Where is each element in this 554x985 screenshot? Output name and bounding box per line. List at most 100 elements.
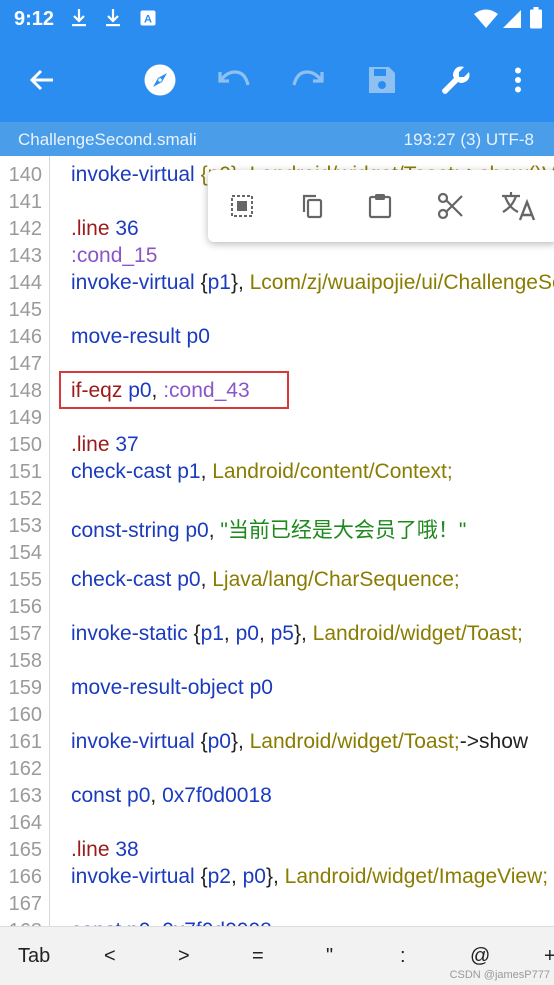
line-number: 159: [8, 677, 42, 699]
save-icon[interactable]: [362, 60, 402, 100]
highlight-box: [59, 371, 289, 409]
code-line[interactable]: 152: [0, 484, 554, 511]
code-token: p0: [242, 865, 266, 888]
code-token: p5: [270, 622, 294, 645]
code-token: ,: [200, 460, 213, 483]
wrench-icon[interactable]: [436, 60, 476, 100]
code-token: const: [71, 919, 127, 926]
code-line[interactable]: 163 const p0, 0x7f0d0018: [0, 781, 554, 808]
key-button[interactable]: +: [544, 945, 554, 968]
code-line[interactable]: 157 invoke-static {p1, p0, p5}, Landroid/…: [0, 619, 554, 646]
line-number: 163: [8, 785, 42, 807]
more-vert-icon[interactable]: [498, 60, 538, 100]
line-number: 165: [8, 839, 42, 861]
code-token: {: [193, 622, 201, 645]
file-name: ChallengeSecond.smali: [18, 130, 197, 149]
code-line[interactable]: 158: [0, 646, 554, 673]
line-number: 160: [8, 704, 42, 726]
code-token: const: [71, 784, 128, 807]
code-token: invoke-static: [71, 622, 194, 645]
code-token: ,: [230, 865, 243, 888]
key-button[interactable]: =: [252, 945, 264, 968]
line-number: 149: [8, 407, 42, 429]
key-button[interactable]: ": [326, 945, 333, 968]
code-text: const p0, 0x7f0d0018: [71, 784, 272, 808]
key-button[interactable]: Tab: [18, 945, 50, 968]
download-icon: [104, 8, 122, 33]
select-all-icon[interactable]: [224, 188, 260, 224]
line-number: 145: [8, 299, 42, 321]
code-line[interactable]: 151 check-cast p1, Landroid/content/Conte…: [0, 457, 554, 484]
code-text: invoke-static {p1, p0, p5}, Landroid/wid…: [71, 622, 523, 646]
code-editor[interactable]: 140invoke-virtual {p0}, Landroid/widget/…: [0, 156, 554, 926]
line-number: 141: [8, 191, 42, 213]
key-button[interactable]: >: [178, 945, 190, 968]
translate-icon[interactable]: [500, 188, 536, 224]
line-number: 166: [8, 866, 42, 888]
code-token: {: [200, 271, 208, 294]
key-button[interactable]: :: [400, 945, 406, 968]
line-number: 167: [8, 893, 42, 915]
code-token: invoke-virtual: [71, 730, 201, 753]
line-number: 157: [8, 623, 42, 645]
code-token: 36: [115, 217, 139, 240]
code-line[interactable]: 146 move-result p0: [0, 322, 554, 349]
key-button[interactable]: <: [104, 945, 116, 968]
code-line[interactable]: 155 check-cast p0, Ljava/lang/CharSequenc…: [0, 565, 554, 592]
code-text: move-result-object p0: [71, 676, 273, 700]
signal-icon: [502, 9, 522, 34]
code-text: .line 37: [71, 433, 139, 457]
code-line[interactable]: 144 invoke-virtual {p1}, Lcom/zj/wuaipoji…: [0, 268, 554, 295]
code-token: 37: [115, 433, 139, 456]
line-number: 156: [8, 596, 42, 618]
code-token: 0x7f0d0008: [162, 919, 272, 926]
download-icon: [70, 8, 88, 33]
code-text: check-cast p1, Landroid/content/Context;: [71, 460, 453, 484]
code-token: invoke-virtual: [71, 865, 201, 888]
code-line[interactable]: 165 .line 38: [0, 835, 554, 862]
code-token: ,: [258, 622, 271, 645]
code-token: Landroid/content/Context;: [212, 460, 453, 483]
file-info-bar: ChallengeSecond.smali 193:27 (3) UTF-8: [0, 122, 554, 156]
paste-icon[interactable]: [362, 188, 398, 224]
copy-icon[interactable]: [294, 188, 330, 224]
line-number: 150: [8, 434, 42, 456]
code-line[interactable]: 166 invoke-virtual {p2, p0}, Landroid/wid…: [0, 862, 554, 889]
code-line[interactable]: 162: [0, 754, 554, 781]
selection-popup: [208, 170, 554, 242]
code-token: invoke-virtual: [71, 163, 201, 186]
code-token: Landroid/widget/ImageView;: [284, 865, 549, 888]
code-token: {: [200, 730, 208, 753]
code-line[interactable]: 153 const-string p0, "当前已经是大会员了哦！": [0, 511, 554, 542]
line-number: 147: [8, 353, 42, 375]
line-number: 155: [8, 569, 42, 591]
code-line[interactable]: 164: [0, 808, 554, 835]
undo-icon[interactable]: [214, 60, 254, 100]
code-line[interactable]: 150 .line 37: [0, 430, 554, 457]
code-line[interactable]: 145: [0, 295, 554, 322]
compass-icon[interactable]: [140, 60, 180, 100]
status-time: 9:12: [14, 8, 55, 30]
code-text: const p0, 0x7f0d0008: [71, 919, 272, 926]
code-line[interactable]: 159 move-result-object p0: [0, 673, 554, 700]
code-line[interactable]: 160: [0, 700, 554, 727]
code-line[interactable]: 167: [0, 889, 554, 916]
code-token: {: [200, 865, 208, 888]
code-text: invoke-virtual {p2, p0}, Landroid/widget…: [71, 865, 548, 889]
key-button[interactable]: @: [470, 945, 490, 968]
cut-icon[interactable]: [432, 188, 468, 224]
status-bar: 9:12 A: [0, 0, 554, 38]
redo-icon[interactable]: [288, 60, 328, 100]
code-line[interactable]: 168const p0, 0x7f0d0008: [0, 916, 554, 926]
back-arrow-icon[interactable]: [22, 60, 62, 100]
line-number: 148: [8, 380, 42, 402]
code-token: invoke-virtual: [71, 271, 201, 294]
code-token: move-result-object: [71, 676, 250, 699]
code-token: p0: [127, 919, 150, 926]
code-line[interactable]: 156: [0, 592, 554, 619]
code-line[interactable]: 161 invoke-virtual {p0}, Landroid/widget/…: [0, 727, 554, 754]
line-number: 161: [8, 731, 42, 753]
code-line[interactable]: 154: [0, 538, 554, 565]
code-line[interactable]: 143:cond_15: [0, 241, 554, 268]
code-token: Lcom/zj/wuaipojie/ui/ChallengeSecond;: [249, 271, 554, 294]
